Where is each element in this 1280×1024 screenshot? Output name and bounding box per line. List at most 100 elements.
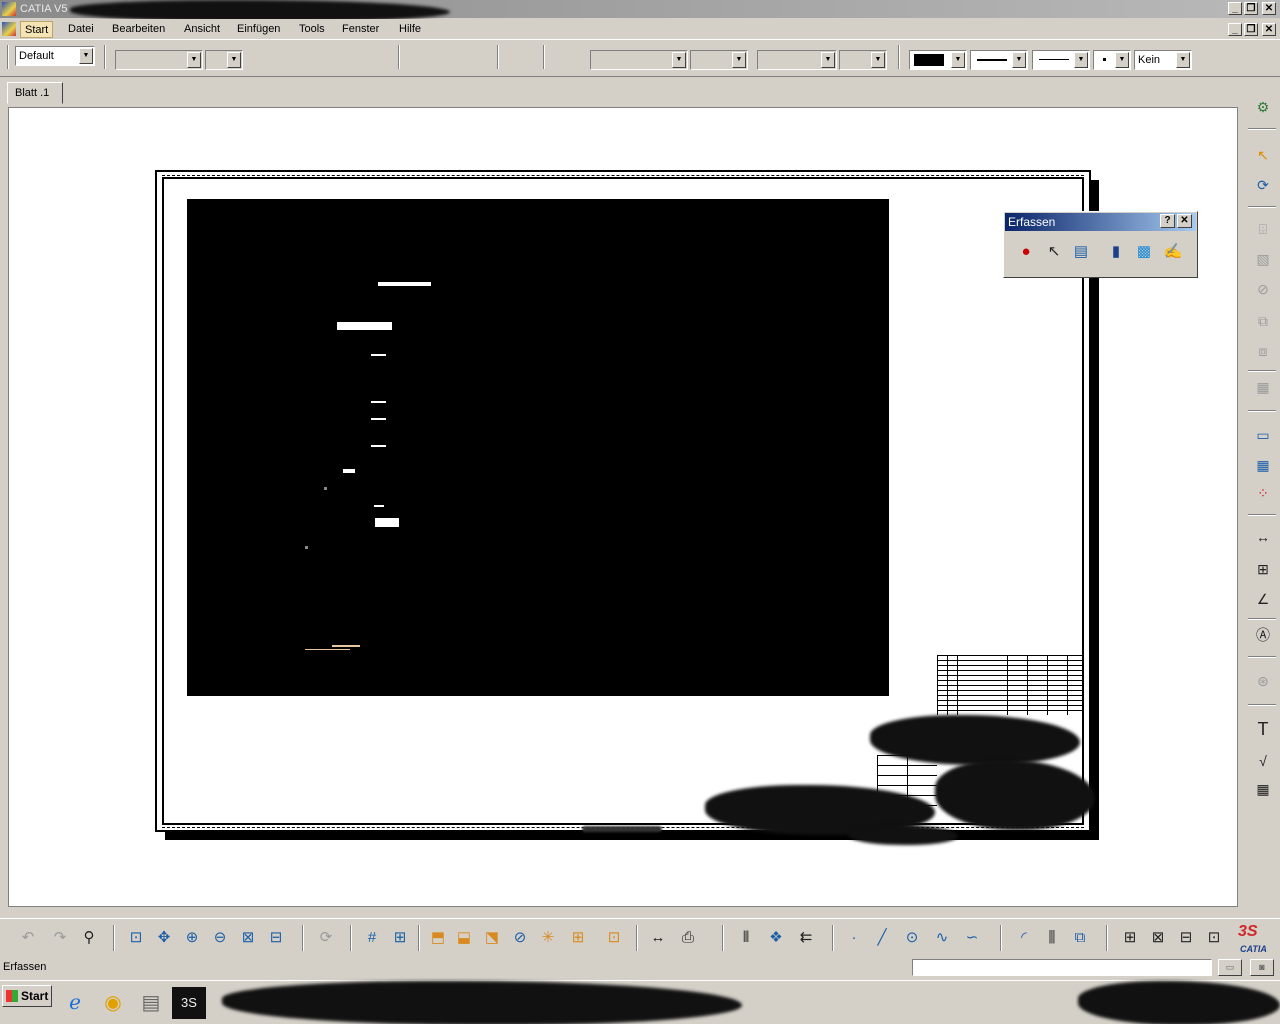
zoom-out-icon[interactable]: ⊖ (208, 927, 232, 949)
color-combo[interactable]: ▼ (909, 50, 967, 70)
command-button-2[interactable]: ◙ (1250, 959, 1274, 976)
point-style-combo[interactable]: ▼ (1093, 50, 1131, 70)
circle-icon[interactable]: ⊙ (900, 927, 924, 949)
select-arrow-icon[interactable]: ↖ (1252, 144, 1274, 166)
drawing-view[interactable] (187, 199, 889, 696)
text-icon[interactable]: T (1252, 718, 1274, 740)
zoom-in-icon[interactable]: ⊕ (180, 927, 204, 949)
chevron-down-icon[interactable]: ▼ (871, 52, 885, 68)
analysis-icon-1[interactable]: ⬒ (426, 927, 450, 949)
print-icon[interactable]: ⎙ (676, 927, 700, 949)
dimension-tools-icon[interactable]: ⊞ (1252, 558, 1274, 580)
lineweight-combo[interactable]: ▼ (1032, 50, 1090, 70)
minimize-button[interactable]: _ (1228, 2, 1242, 15)
catia-taskbar-icon[interactable]: 3S (172, 987, 206, 1019)
snap-grid-icon[interactable]: ⊞ (388, 927, 412, 949)
redo-icon[interactable]: ↷ (48, 927, 72, 949)
grid-view-icon[interactable]: ▦ (1252, 454, 1274, 476)
annotation-icon[interactable]: ⊛ (1252, 670, 1274, 692)
doc-minimize-button[interactable]: _ (1228, 23, 1242, 36)
measure-icon[interactable]: ↔ (646, 927, 670, 949)
menu-start[interactable]: Start (20, 21, 54, 38)
transform-icon[interactable]: ❖ (764, 927, 788, 949)
tab-blatt-1[interactable]: Blatt .1 (7, 82, 63, 104)
menu-tools[interactable]: Tools (295, 21, 329, 38)
select-pointer-icon[interactable]: ↖ (1042, 240, 1066, 264)
chevron-down-icon[interactable]: ▼ (821, 52, 835, 68)
view-detail-icon[interactable]: ⊘ (1252, 278, 1274, 300)
network-icon[interactable]: ▤ (134, 987, 168, 1019)
dimension-icon[interactable]: ↔ (1252, 526, 1274, 548)
undo-icon[interactable]: ↶ (16, 927, 40, 949)
view-section-icon[interactable]: ▧ (1252, 248, 1274, 270)
menu-hilfe[interactable]: Hilfe (395, 21, 425, 38)
chevron-down-icon[interactable]: ▼ (79, 48, 93, 64)
chevron-down-icon[interactable]: ▼ (672, 52, 686, 68)
chevron-down-icon[interactable]: ▼ (187, 52, 201, 68)
display-icon[interactable]: ⊞ (566, 927, 590, 949)
internet-explorer-icon[interactable]: ℯ (58, 987, 92, 1019)
constraint-icon[interactable]: ⊘ (508, 927, 532, 949)
fill-combo[interactable]: Kein ▼ (1134, 50, 1192, 70)
help-button[interactable]: ? (1160, 214, 1175, 228)
analysis-icon-2[interactable]: ⬓ (452, 927, 476, 949)
roughness-icon[interactable]: √ (1252, 750, 1274, 772)
pan-icon[interactable]: ✥ (152, 927, 176, 949)
record-icon[interactable]: ● (1014, 240, 1038, 264)
refresh-icon[interactable]: ⟳ (314, 927, 338, 949)
tolerance-combo-1[interactable]: ▼ (757, 50, 837, 70)
curve-icon[interactable]: ∽ (960, 927, 984, 949)
annotate-icon[interactable]: ✍ (1161, 240, 1185, 264)
line-icon[interactable]: ╱ (870, 927, 894, 949)
dress-up-icon-3[interactable]: ⊟ (1174, 927, 1198, 949)
symmetry-icon[interactable]: ⫼ (1040, 927, 1064, 949)
font-combo[interactable]: ▼ (115, 50, 203, 70)
update-icon[interactable]: ⟳ (1252, 174, 1274, 196)
doc-close-button[interactable]: ✕ (1262, 23, 1276, 36)
album-icon[interactable]: ▮ (1104, 240, 1128, 264)
view-clipping-icon[interactable]: ⧉ (1252, 310, 1274, 332)
maximize-button[interactable]: ❐ (1244, 2, 1258, 15)
close-button[interactable]: ✕ (1177, 214, 1192, 228)
linetype-combo[interactable]: ▼ (970, 50, 1028, 70)
chevron-down-icon[interactable]: ▼ (951, 52, 965, 68)
dimension-combo-1[interactable]: ▼ (590, 50, 688, 70)
menu-einfuegen[interactable]: Einfügen (233, 21, 284, 38)
mirror-icon[interactable]: ⫴ (734, 927, 758, 949)
analysis-icon-3[interactable]: ⬔ (480, 927, 504, 949)
binoculars-icon[interactable]: ⚲ (77, 927, 101, 949)
capture-options-icon[interactable]: ▤ (1069, 240, 1093, 264)
table-icon[interactable]: ▦ (1252, 778, 1274, 800)
frame-icon[interactable]: ▭ (1252, 424, 1274, 446)
command-input[interactable] (912, 959, 1212, 976)
dress-up-icon-2[interactable]: ⊠ (1146, 927, 1170, 949)
view-break-icon[interactable]: ⧈ (1252, 340, 1274, 362)
messenger-icon[interactable]: ◉ (96, 987, 130, 1019)
style-combo[interactable]: Default ▼ (15, 46, 95, 66)
chevron-down-icon[interactable]: ▼ (1115, 52, 1129, 68)
arrows-icon[interactable]: ⇇ (794, 927, 818, 949)
erfassen-toolbar[interactable]: Erfassen ? ✕ ● ↖ ▤ ▮ ▩ ✍ (1003, 211, 1198, 278)
dress-up-icon-1[interactable]: ⊞ (1118, 927, 1142, 949)
grid-icon[interactable]: # (360, 927, 384, 949)
chevron-down-icon[interactable]: ▼ (227, 52, 241, 68)
menu-ansicht[interactable]: Ansicht (180, 21, 224, 38)
view-front-icon[interactable]: ⌹ (1252, 218, 1274, 240)
menu-datei[interactable]: Datei (64, 21, 98, 38)
text-frame-icon[interactable]: Ⓐ (1252, 624, 1274, 646)
spline-icon[interactable]: ∿ (930, 927, 954, 949)
filter-icon[interactable]: ⊡ (602, 927, 626, 949)
angle-dimension-icon[interactable]: ∠ (1252, 588, 1274, 610)
zoom-area-icon[interactable]: ⊠ (236, 927, 260, 949)
normal-view-icon[interactable]: ⊟ (264, 927, 288, 949)
start-button[interactable]: Start (2, 985, 52, 1007)
command-button-1[interactable]: ▭ (1218, 959, 1242, 976)
sketch-icon[interactable]: ✳ (536, 927, 560, 949)
dress-up-icon-4[interactable]: ⊡ (1202, 927, 1226, 949)
close-button[interactable]: ✕ (1262, 2, 1276, 15)
chevron-down-icon[interactable]: ▼ (732, 52, 746, 68)
wizard-icon[interactable]: ▦ (1252, 376, 1274, 398)
menu-bearbeiten[interactable]: Bearbeiten (108, 21, 169, 38)
fit-all-icon[interactable]: ⊡ (124, 927, 148, 949)
points-icon[interactable]: ⁘ (1252, 482, 1274, 504)
